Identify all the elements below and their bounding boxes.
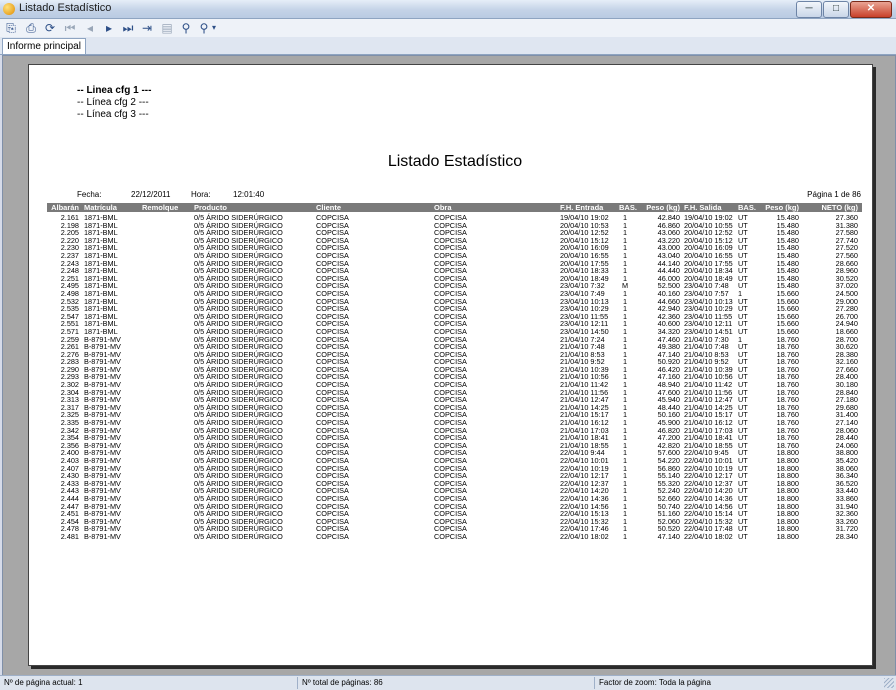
config-line-2: -- Línea cfg 2 ---	[77, 97, 149, 108]
table-header: Albarán Matrícula Remolque Producto Clie…	[47, 203, 862, 212]
title-bar: Listado Estadístico ─ □ ✕	[0, 0, 896, 19]
table-body: 2.161 1871-BML 0/5 ÁRIDO SIDERÚRGICO COPCIS…	[47, 214, 862, 541]
date-label: Fecha:	[77, 190, 102, 199]
col-bas-salida: BAS.	[738, 203, 756, 212]
tab-informe-principal[interactable]: Informe principal	[2, 38, 86, 54]
status-zoom: Factor de zoom: Toda la página	[599, 678, 711, 687]
col-obra: Obra	[434, 203, 452, 212]
cell-producto: 0/5 ÁRIDO SIDERÚRGICO	[194, 531, 283, 541]
col-matricula: Matrícula	[84, 203, 117, 212]
report-title: Listado Estadístico	[387, 153, 523, 170]
status-page-current: Nº de página actual: 1	[4, 678, 83, 687]
col-fh-salida: F.H. Salida	[684, 203, 722, 212]
cell-bas-salida: UT	[738, 531, 748, 541]
time-value: 12:01:40	[233, 190, 265, 199]
maximize-button[interactable]: □	[823, 1, 849, 18]
cell-matricula: B-8791-MV	[84, 531, 121, 541]
config-line-3: -- Línea cfg 3 ---	[77, 109, 149, 120]
col-peso-entrada: Peso (kg)	[646, 203, 680, 212]
close-button[interactable]: ✕	[850, 1, 892, 18]
next-page-icon[interactable]: ▸	[101, 20, 117, 36]
tab-strip: Informe principal	[0, 37, 896, 55]
status-separator	[594, 677, 595, 689]
status-bar: Nº de página actual: 1 Nº total de págin…	[0, 675, 896, 690]
time-label: Hora:	[191, 190, 211, 199]
app-icon	[3, 3, 15, 15]
page-layout-icon[interactable]: ▤	[159, 20, 175, 36]
col-peso-salida: Peso (kg)	[765, 203, 799, 212]
col-fh-entrada: F.H. Entrada	[560, 203, 604, 212]
print-icon[interactable]: ⎙	[23, 20, 39, 36]
toolbar: ⎘ ⎙ ⟳ ⏮ ◂ ▸ ⏭ ⇥ ▤ ⚲ ⚲ ▾	[0, 19, 896, 37]
cell-peso-salida: 18.800	[776, 531, 799, 541]
prev-page-icon[interactable]: ◂	[82, 20, 98, 36]
status-separator	[297, 677, 298, 689]
minimize-button[interactable]: ─	[796, 1, 822, 18]
goto-page-icon[interactable]: ⇥	[139, 20, 155, 36]
window-title: Listado Estadístico	[19, 2, 112, 14]
find-icon[interactable]: ⚲	[178, 20, 194, 36]
date-value: 22/12/2011	[131, 190, 171, 199]
col-remolque: Remolque	[142, 203, 179, 212]
page-indicator: Página 1 de 86	[807, 190, 861, 199]
cell-peso-entrada: 47.140	[657, 531, 680, 541]
cell-fh-salida: 22/04/10 18:02	[684, 531, 733, 541]
export-icon[interactable]: ⎘	[3, 20, 19, 36]
report-viewer[interactable]: -- Linea cfg 1 --- -- Línea cfg 2 --- --…	[2, 55, 896, 676]
cell-albaran: 2.481	[60, 531, 79, 541]
resize-grip[interactable]	[884, 678, 894, 688]
col-bas-entrada: BAS.	[619, 203, 637, 212]
col-producto: Producto	[194, 203, 227, 212]
report-page: -- Linea cfg 1 --- -- Línea cfg 2 --- --…	[28, 64, 873, 666]
window-controls: ─ □ ✕	[795, 1, 892, 18]
col-albaran: Albarán	[51, 203, 79, 212]
col-cliente: Cliente	[316, 203, 342, 212]
cell-bas-entrada: 1	[622, 531, 628, 541]
cell-cliente: COPCISA	[316, 531, 349, 541]
refresh-icon[interactable]: ⟳	[42, 20, 58, 36]
cell-obra: COPCISA	[434, 531, 467, 541]
table-row: 2.481 B-8791-MV 0/5 ÁRIDO SIDERÚRGICO COPCI…	[47, 533, 862, 541]
first-page-icon[interactable]: ⏮	[62, 20, 78, 36]
config-line-1: -- Linea cfg 1 ---	[77, 85, 152, 96]
last-page-icon[interactable]: ⏭	[120, 20, 136, 36]
dropdown-icon[interactable]: ▾	[210, 20, 218, 36]
status-page-total: Nº total de páginas: 86	[302, 678, 383, 687]
cell-neto: 28.340	[835, 531, 858, 541]
cell-fh-entrada: 22/04/10 18:02	[560, 531, 609, 541]
col-neto: NETO (kg)	[821, 203, 858, 212]
